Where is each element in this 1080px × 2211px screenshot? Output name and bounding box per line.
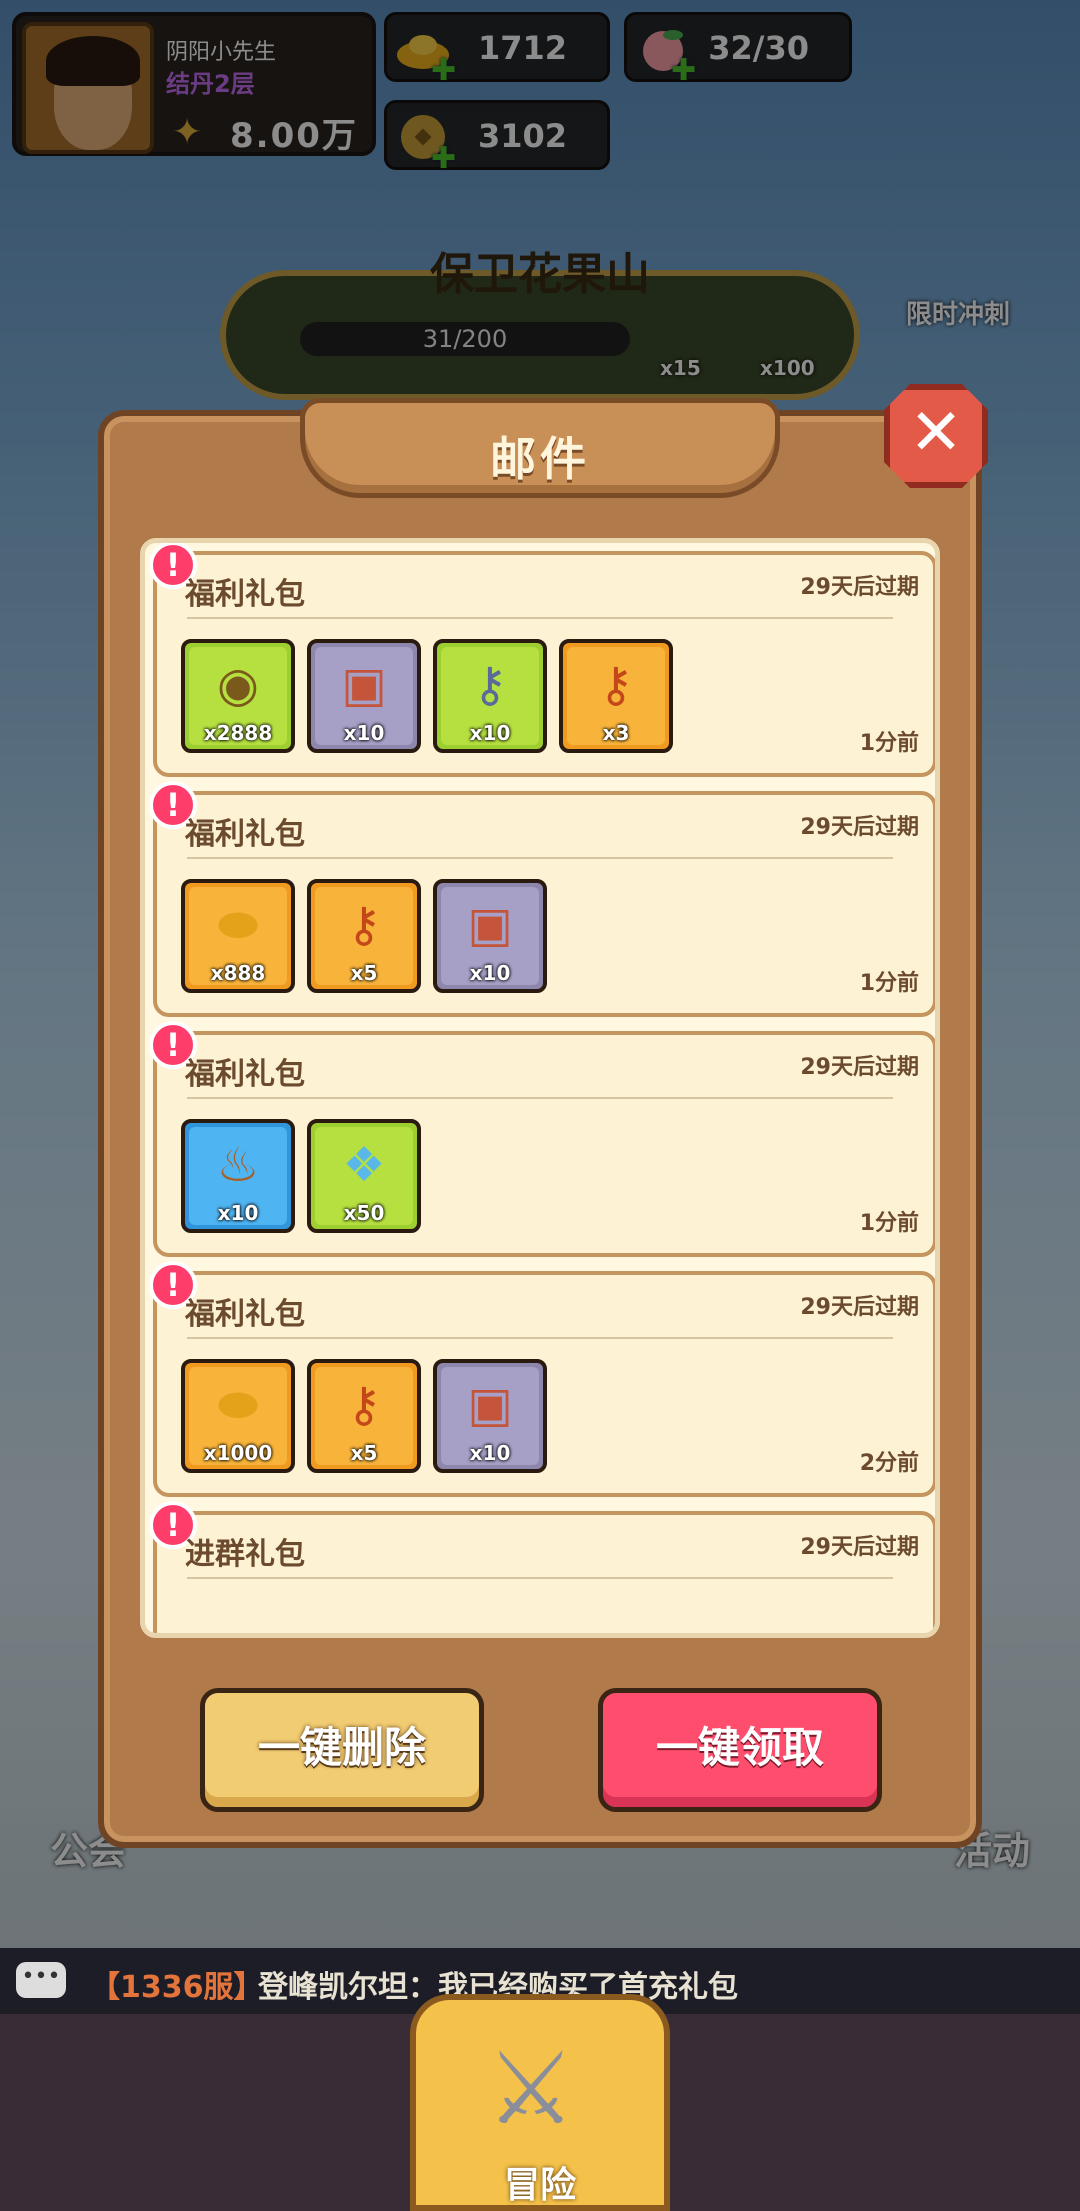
nav-shop-icon[interactable] (20, 2032, 180, 2202)
mail-list[interactable]: ! 福利礼包 29天后过期 1分前 ◉ x2888 ▣ x10 ⚷ x10 ⚷ x3! 福利礼包 29天后… (140, 538, 940, 1638)
gold-key-icon: ⚷ (346, 897, 382, 953)
gold-ingot-icon: ⬬ (217, 897, 259, 953)
reward-item[interactable]: ⚷ x10 (433, 639, 547, 753)
chat-server: 【1336服】 (90, 1970, 264, 2005)
mail-time: 1分前 (859, 971, 919, 996)
gourd-scroll-icon: ♨ (216, 1137, 260, 1193)
mail-title: 福利礼包 (185, 817, 305, 852)
mail-time: 1分前 (859, 731, 919, 756)
reward-quantity: x10 (469, 961, 511, 985)
claim-all-button[interactable]: 一键领取 (598, 1688, 882, 1812)
reward-quantity: x1000 (203, 1441, 273, 1465)
reward-quantity: x50 (343, 1201, 385, 1225)
mail-expire: 29天后过期 (800, 1535, 919, 1560)
reward-quantity: x10 (343, 721, 385, 745)
coin-icon: ◉ (217, 657, 259, 713)
nav-upgrade-icon[interactable] (690, 2032, 850, 2202)
silver-key-icon: ⚷ (472, 657, 508, 713)
mail-divider (187, 1577, 893, 1579)
reward-quantity: x3 (602, 721, 630, 745)
reward-quantity: x10 (469, 721, 511, 745)
reward-quantity: x10 (469, 1441, 511, 1465)
reward-item[interactable]: ⬬ x1000 (181, 1359, 295, 1473)
mail-divider (187, 857, 893, 859)
close-icon: ✕ (909, 396, 963, 470)
mail-title: 福利礼包 (185, 1297, 305, 1332)
nav-hero-icon[interactable] (230, 2032, 390, 2202)
crystal-icon: ❖ (342, 1137, 386, 1193)
mail-title: 进群礼包 (185, 1537, 305, 1572)
mail-divider (187, 1097, 893, 1099)
chat-bubble-icon[interactable]: ••• (16, 1962, 66, 1998)
mail-item[interactable]: ! 进群礼包 29天后过期 (149, 1501, 935, 1633)
treasure-chest-icon: ▣ (341, 657, 387, 713)
reward-item[interactable]: ♨ x10 (181, 1119, 295, 1233)
gold-key-icon: ⚷ (346, 1377, 382, 1433)
mail-time: 1分前 (859, 1211, 919, 1236)
reward-item[interactable]: ▣ x10 (433, 1359, 547, 1473)
reward-item[interactable]: ⬬ x888 (181, 879, 295, 993)
reward-quantity: x888 (210, 961, 266, 985)
reward-item[interactable]: ⚷ x5 (307, 1359, 421, 1473)
mail-item[interactable]: ! 福利礼包 29天后过期 2分前 ⬬ x1000 ⚷ x5 ▣ x10 (149, 1261, 935, 1497)
close-button[interactable]: ✕ (884, 384, 988, 488)
mail-title: 福利礼包 (185, 1057, 305, 1092)
nav-adventure[interactable]: ⚔ 冒险 (410, 1994, 670, 2211)
mail-divider (187, 617, 893, 619)
reward-item[interactable]: ⚷ x5 (307, 879, 421, 993)
reward-quantity: x2888 (203, 721, 273, 745)
reward-item[interactable]: ▣ x10 (433, 879, 547, 993)
reward-item[interactable]: ⚷ x3 (559, 639, 673, 753)
mail-expire: 29天后过期 (800, 1295, 919, 1320)
reward-quantity: x5 (350, 961, 378, 985)
mail-item[interactable]: ! 福利礼包 29天后过期 1分前 ⬬ x888 ⚷ x5 ▣ x10 (149, 781, 935, 1017)
reward-quantity: x5 (350, 1441, 378, 1465)
mail-item[interactable]: ! 福利礼包 29天后过期 1分前 ◉ x2888 ▣ x10 ⚷ x10 ⚷ x3 (149, 543, 935, 777)
nav-adventure-label: 冒险 (503, 2165, 576, 2206)
mail-title: 福利礼包 (185, 577, 305, 612)
gold-ingot-icon: ⬬ (217, 1377, 259, 1433)
modal-title-plate: 邮件 (300, 398, 780, 498)
mail-item[interactable]: ! 福利礼包 29天后过期 1分前 ♨ x10 ❖ x50 (149, 1021, 935, 1257)
modal-title: 邮件 (490, 432, 590, 486)
reward-quantity: x10 (217, 1201, 259, 1225)
mail-time: 2分前 (859, 1451, 919, 1476)
reward-item[interactable]: ◉ x2888 (181, 639, 295, 753)
reward-item[interactable]: ▣ x10 (307, 639, 421, 753)
nav-chest-icon[interactable] (900, 2032, 1060, 2202)
treasure-chest-icon: ▣ (467, 897, 513, 953)
mail-divider (187, 1337, 893, 1339)
mail-expire: 29天后过期 (800, 815, 919, 840)
gold-key-icon: ⚷ (598, 657, 634, 713)
delete-all-button[interactable]: 一键删除 (200, 1688, 484, 1812)
treasure-chest-icon: ▣ (467, 1377, 513, 1433)
mail-expire: 29天后过期 (800, 575, 919, 600)
reward-item[interactable]: ❖ x50 (307, 1119, 421, 1233)
mail-expire: 29天后过期 (800, 1055, 919, 1080)
crossed-swords-icon: ⚔ (486, 2030, 576, 2147)
